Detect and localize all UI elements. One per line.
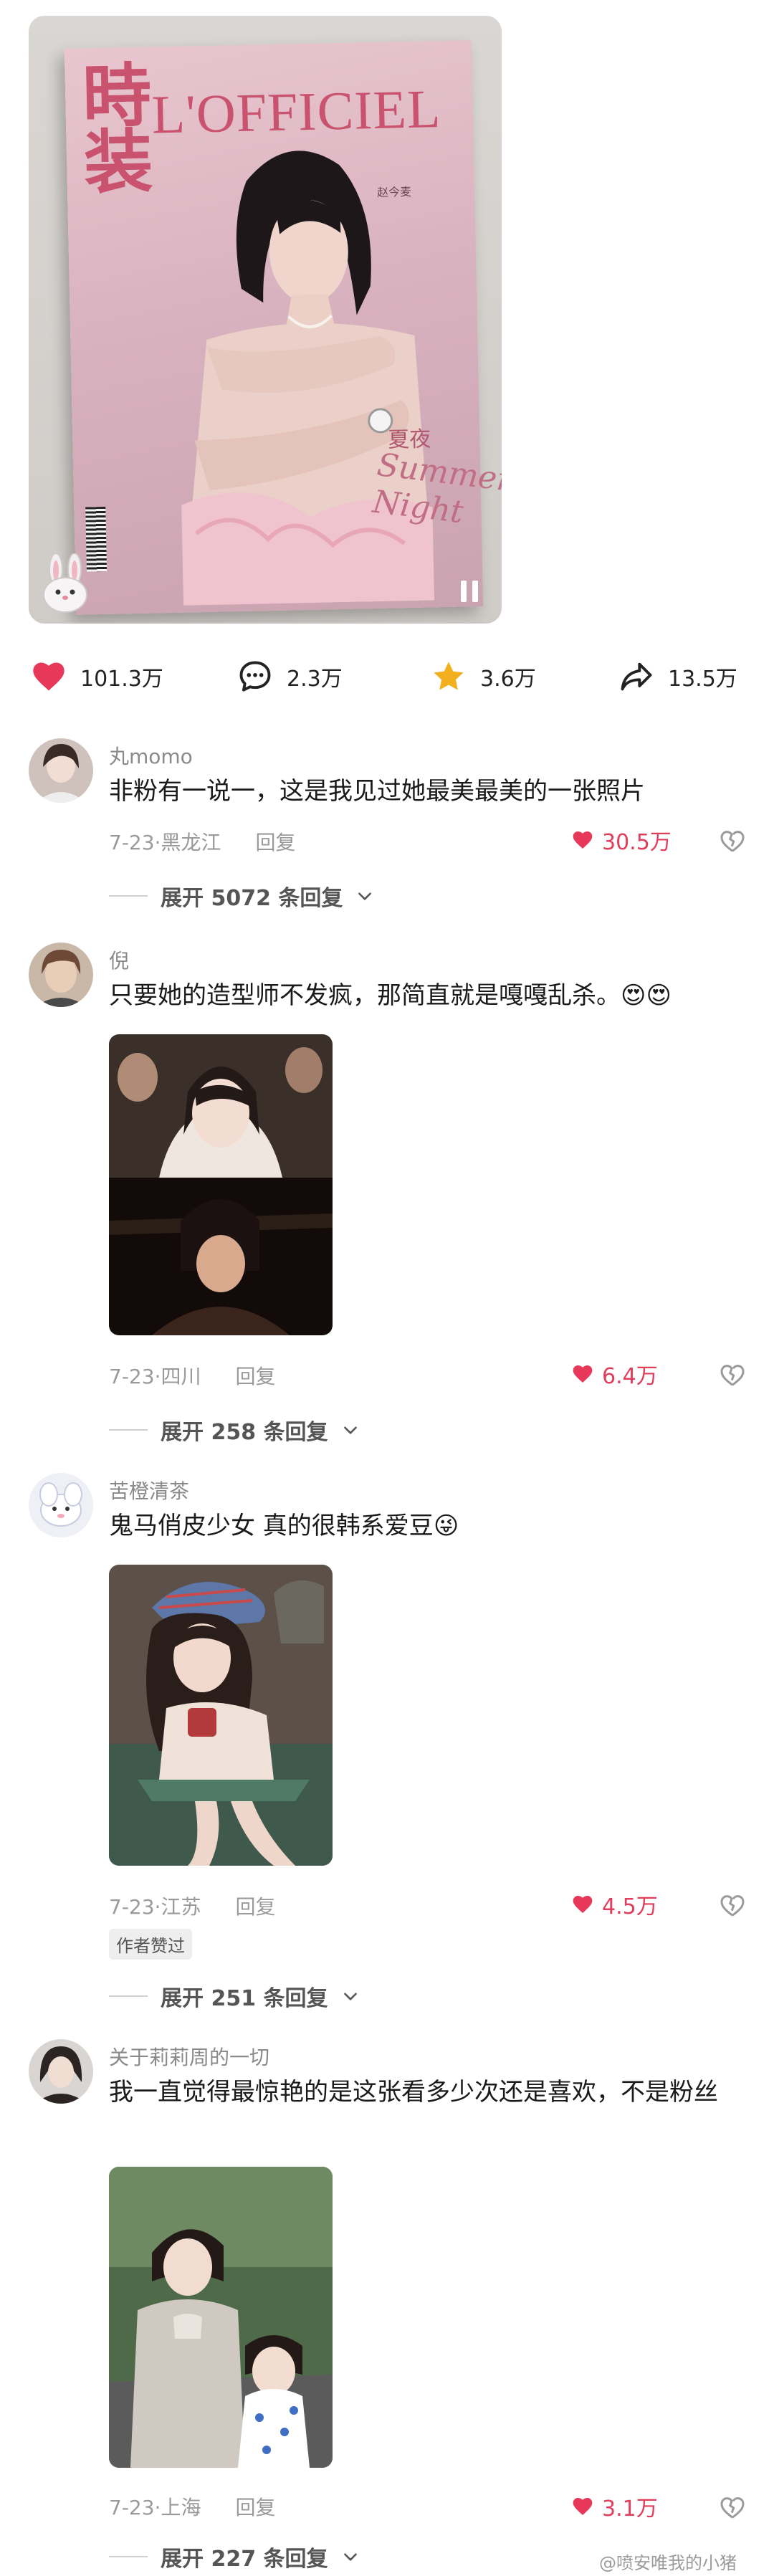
comment-image[interactable] bbox=[109, 1034, 333, 1335]
wink-tongue-emoji: 😜 bbox=[433, 1512, 459, 1540]
magazine-cover: 時装 L'OFFICIEL 赵今麦 夏夜 Summer Night bbox=[64, 40, 502, 615]
star-icon bbox=[434, 662, 464, 690]
chevron-down-icon bbox=[343, 1993, 357, 2000]
comment-text: 鬼马俏皮少女 真的很韩系爱豆 bbox=[109, 1512, 434, 1540]
comment-username[interactable]: 倪 bbox=[109, 945, 129, 974]
expand-replies-button[interactable]: 展开 227 条回复 bbox=[109, 2541, 360, 2572]
comment-like-button[interactable]: 4.5万 bbox=[570, 1889, 658, 1920]
chevron-down-icon bbox=[343, 1426, 357, 1434]
heart-eyes-emoji: 😍😍 bbox=[621, 981, 672, 1010]
chevron-down-icon bbox=[358, 892, 372, 900]
watermark: @喷安唯我的小猪 bbox=[599, 2553, 737, 2573]
avatar[interactable] bbox=[29, 1473, 93, 1537]
expand-replies-label: 展开 227 条回复 bbox=[161, 2547, 328, 2572]
heart-icon bbox=[573, 1365, 593, 1383]
expand-replies-button[interactable]: 展开 5072 条回复 bbox=[109, 880, 374, 912]
expand-replies-button[interactable]: 展开 251 条回复 bbox=[109, 1980, 360, 2012]
comment-bubble-icon bbox=[239, 661, 271, 692]
chevron-down-icon bbox=[343, 2553, 357, 2561]
comment-like-button[interactable]: 30.5万 bbox=[570, 824, 672, 856]
comment-action[interactable]: 2.3万 bbox=[236, 657, 343, 696]
post-cover-image[interactable]: 時装 L'OFFICIEL 赵今麦 夏夜 Summer Night bbox=[29, 16, 502, 624]
avatar[interactable] bbox=[29, 738, 93, 803]
divider bbox=[109, 2556, 148, 2557]
favorite-count: 3.6万 bbox=[480, 667, 536, 692]
reply-button[interactable]: 回复 bbox=[255, 827, 295, 856]
post-action-bar: 101.3万 2.3万 3.6万 13.5万 bbox=[0, 649, 774, 706]
divider bbox=[109, 1995, 148, 1997]
comment-image[interactable] bbox=[109, 2167, 333, 2468]
like-action[interactable]: 101.3万 bbox=[30, 657, 163, 696]
expand-replies-label: 展开 5072 条回复 bbox=[161, 886, 343, 911]
share-action[interactable]: 13.5万 bbox=[618, 657, 737, 696]
comment-date-location: 7-23·江苏 bbox=[109, 1895, 201, 1919]
comment-text: 只要她的造型师不发疯，那简直就是嘎嘎乱杀。 bbox=[109, 981, 621, 1010]
comment-meta: 7-23·黑龙江 回复 bbox=[109, 827, 295, 856]
reply-button[interactable]: 回复 bbox=[235, 1361, 275, 1390]
magazine-title-cn: 時装 bbox=[82, 54, 154, 204]
heart-icon bbox=[573, 2498, 593, 2515]
comment-like-count: 30.5万 bbox=[602, 830, 672, 855]
comment-text: 我一直觉得最惊艳的是这张看多少次还是喜欢，不是粉丝 bbox=[109, 2078, 718, 2107]
expand-replies-label: 展开 258 条回复 bbox=[161, 1420, 328, 1445]
dislike-heart-icon[interactable] bbox=[718, 1361, 747, 1390]
comment-username[interactable]: 丸momo bbox=[109, 741, 193, 770]
comment-like-button[interactable]: 6.4万 bbox=[570, 1358, 658, 1390]
heart-icon bbox=[573, 1896, 593, 1913]
comment-username[interactable]: 关于莉莉周的一切 bbox=[109, 2042, 269, 2071]
comment-username[interactable]: 苦橙清茶 bbox=[109, 1476, 189, 1504]
divider bbox=[109, 1429, 148, 1431]
dislike-heart-icon[interactable] bbox=[718, 1892, 747, 1920]
comment-count: 2.3万 bbox=[287, 667, 343, 692]
reply-button[interactable]: 回复 bbox=[235, 2492, 275, 2521]
comment-like-count: 3.1万 bbox=[602, 2496, 658, 2522]
comment-text: 非粉有一说一，这是我见过她最美最美的一张照片 bbox=[109, 777, 645, 806]
comment-date-location: 7-23·黑龙江 bbox=[109, 831, 221, 854]
cover-model-figure bbox=[181, 151, 435, 606]
pause-icon[interactable] bbox=[453, 575, 486, 608]
favorite-action[interactable]: 3.6万 bbox=[430, 657, 536, 696]
comment-text-row: 只要她的造型师不发疯，那简直就是嘎嘎乱杀。😍😍 bbox=[109, 977, 754, 1014]
share-count: 13.5万 bbox=[668, 667, 737, 692]
comment-like-count: 6.4万 bbox=[602, 1364, 658, 1389]
comment-text-row: 鬼马俏皮少女 真的很韩系爱豆😜 bbox=[109, 1507, 754, 1545]
avatar[interactable] bbox=[29, 2039, 93, 2104]
heart-icon bbox=[33, 662, 64, 691]
expand-replies-button[interactable]: 展开 258 条回复 bbox=[109, 1414, 360, 1446]
comment-image[interactable] bbox=[109, 1565, 333, 1866]
expand-replies-label: 展开 251 条回复 bbox=[161, 1986, 328, 2011]
dislike-heart-icon[interactable] bbox=[718, 827, 747, 856]
divider bbox=[109, 895, 148, 897]
share-arrow-icon bbox=[621, 662, 652, 691]
avatar[interactable] bbox=[29, 943, 93, 1007]
reply-button[interactable]: 回复 bbox=[235, 1892, 275, 1920]
comment-meta: 7-23·上海 回复 bbox=[109, 2492, 275, 2521]
heart-icon bbox=[573, 831, 593, 849]
rabbit-sticker-icon bbox=[43, 553, 87, 613]
dislike-heart-icon[interactable] bbox=[718, 2494, 747, 2522]
comment-date-location: 7-23·四川 bbox=[109, 1365, 201, 1388]
comment-like-button[interactable]: 3.1万 bbox=[570, 2491, 658, 2522]
comment-like-count: 4.5万 bbox=[602, 1894, 658, 1919]
issue-title-script: Summer Night bbox=[371, 447, 502, 531]
comment-meta: 7-23·四川 回复 bbox=[109, 1361, 275, 1390]
comment-meta: 7-23·江苏 回复 bbox=[109, 1892, 275, 1920]
like-count: 101.3万 bbox=[80, 667, 163, 692]
author-liked-badge: 作者赞过 bbox=[109, 1929, 192, 1960]
comment-date-location: 7-23·上海 bbox=[109, 2496, 201, 2519]
